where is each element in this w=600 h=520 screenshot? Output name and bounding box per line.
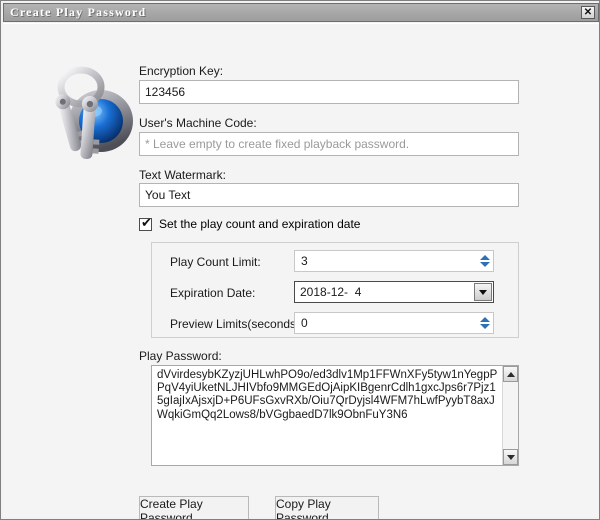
spinner-down-icon[interactable] <box>479 324 490 329</box>
play-password-textarea[interactable]: dVvirdesybKZyzjUHLwhPO9o/ed3dlv1Mp1FFWnX… <box>151 365 519 466</box>
preview-limits-label: Preview Limits(seconds): <box>170 317 304 331</box>
expiration-date-combobox[interactable]: 2018-12- 4 <box>294 281 494 303</box>
expiration-date-label: Expiration Date: <box>170 286 256 300</box>
machine-code-input[interactable]: * Leave empty to create fixed playback p… <box>139 132 519 156</box>
text-watermark-label: Text Watermark: <box>139 168 226 182</box>
scrollbar-track[interactable] <box>503 382 518 449</box>
play-password-label: Play Password: <box>139 349 222 363</box>
text-watermark-input[interactable]: You Text <box>139 183 519 207</box>
encryption-key-label: Encryption Key: <box>139 64 224 78</box>
copy-play-password-button[interactable]: Copy Play Password <box>275 496 379 519</box>
play-count-limit-input[interactable]: 3 <box>294 250 494 272</box>
machine-code-label: User's Machine Code: <box>139 116 257 130</box>
keychain-icon <box>31 59 143 171</box>
encryption-key-input[interactable]: 123456 <box>139 80 519 104</box>
window-title: Create Play Password <box>10 5 147 19</box>
preview-limits-value: 0 <box>301 316 308 330</box>
dialog-client-area: Encryption Key: 123456 User's Machine Co… <box>3 23 599 519</box>
create-play-password-button[interactable]: Create Play Password <box>139 496 249 519</box>
scroll-down-icon[interactable] <box>503 449 518 465</box>
title-bar[interactable]: Create Play Password ✕ <box>3 3 599 22</box>
play-count-spinner[interactable] <box>476 251 493 271</box>
preview-limits-spinner[interactable] <box>476 313 493 333</box>
expiration-date-value: 2018-12- 4 <box>300 285 362 299</box>
play-count-limit-label: Play Count Limit: <box>170 255 261 269</box>
checkbox-box[interactable]: ✔ <box>139 215 152 231</box>
spinner-up-icon[interactable] <box>479 317 490 322</box>
spinner-down-icon[interactable] <box>479 262 490 267</box>
spinner-up-icon[interactable] <box>479 255 490 260</box>
password-scrollbar[interactable] <box>502 366 518 465</box>
scroll-up-icon[interactable] <box>503 366 518 382</box>
play-count-limit-value: 3 <box>301 254 308 268</box>
play-password-value[interactable]: dVvirdesybKZyzjUHLwhPO9o/ed3dlv1Mp1FFWnX… <box>152 366 502 465</box>
chevron-down-icon[interactable] <box>474 283 492 301</box>
check-icon: ✔ <box>141 215 152 231</box>
preview-limits-input[interactable]: 0 <box>294 312 494 334</box>
close-icon[interactable]: ✕ <box>581 6 595 19</box>
set-limits-checkbox[interactable]: ✔ Set the play count and expiration date <box>139 217 360 231</box>
play-limits-group: Play Count Limit: 3 Expiration Date: 201… <box>151 242 519 338</box>
set-limits-checkbox-label: Set the play count and expiration date <box>159 217 361 231</box>
create-play-password-dialog: Create Play Password ✕ Encryption Key: 1… <box>0 0 600 520</box>
